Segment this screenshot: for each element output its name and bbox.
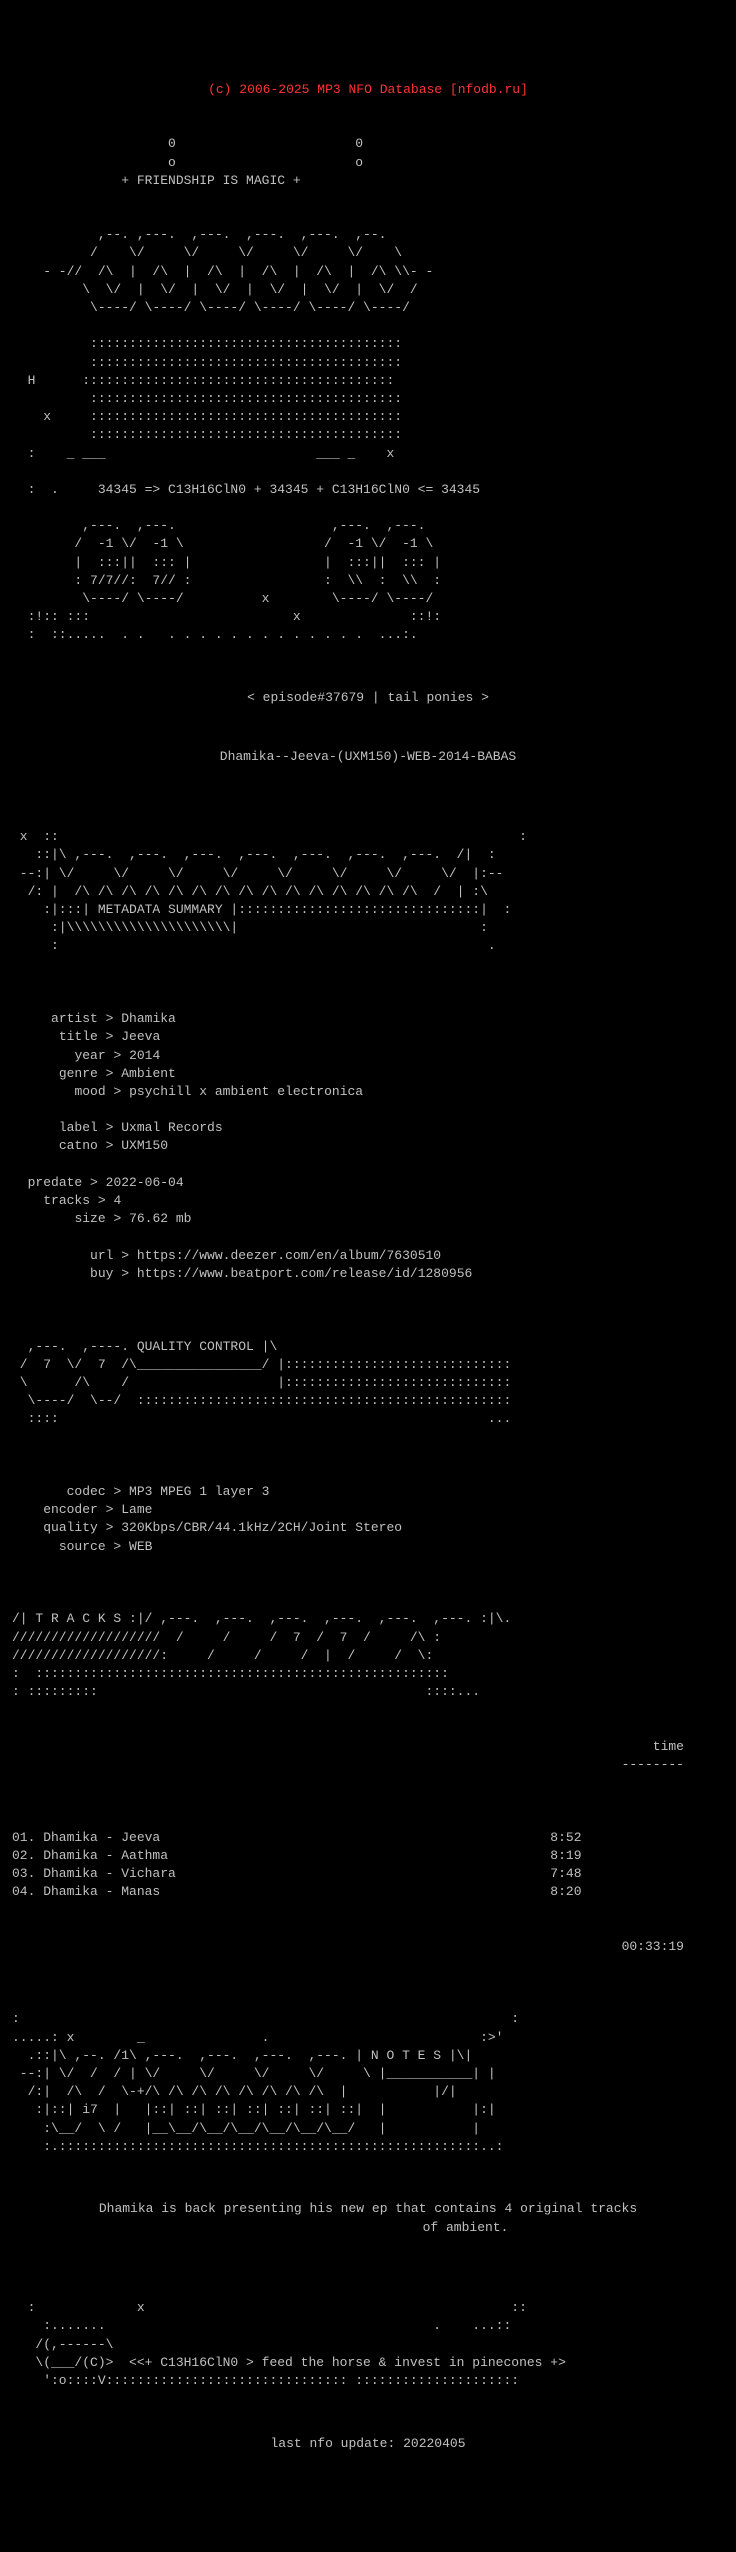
- predate-row: predate > 2022-06-04: [20, 1175, 184, 1190]
- buy-label: buy: [90, 1266, 113, 1281]
- mood-label: mood: [74, 1084, 105, 1099]
- genre-label: genre: [59, 1066, 98, 1081]
- label-row: label > Uxmal Records: [35, 1120, 222, 1135]
- ascii-art-top: 0 0 o o + FRIENDSHIP IS MAGIC + ,--. ,--…: [12, 135, 724, 644]
- ascii-art-qc-frame: ,---. ,----. QUALITY CONTROL |\ / 7 \/ 7…: [12, 1319, 724, 1428]
- source-row: source > WEB: [35, 1539, 152, 1554]
- source-label: source: [59, 1539, 106, 1554]
- url-row: url > https://www.deezer.com/en/album/76…: [51, 1248, 441, 1263]
- copyright-header: (c) 2006-2025 MP3 NFO Database [nfodb.ru…: [12, 81, 724, 99]
- tracks-list: 01. Dhamika - Jeeva 8:52 02. Dhamika - A…: [12, 1810, 724, 1901]
- mood-row: mood > psychill x ambient electronica: [43, 1084, 363, 1099]
- release-name: Dhamika--Jeeva-(UXM150)-WEB-2014-BABAS: [12, 748, 724, 766]
- ascii-art-bottom: : x :: :....... . ...:: /(,------\ \(___…: [12, 2281, 724, 2390]
- title-label: title: [59, 1029, 98, 1044]
- tracks-label: tracks: [43, 1193, 90, 1208]
- notes-text: Dhamika is back presenting his new ep th…: [12, 2200, 724, 2236]
- quality-label: quality: [43, 1520, 98, 1535]
- mood-value: psychill x ambient electronica: [129, 1084, 363, 1099]
- quality-row: quality > 320Kbps/CBR/44.1kHz/2CH/Joint …: [28, 1520, 402, 1535]
- genre-value: Ambient: [121, 1066, 176, 1081]
- total-time: 00:33:19: [12, 1938, 724, 1956]
- codec-value: MP3 MPEG 1 layer 3: [129, 1484, 269, 1499]
- year-label: year: [74, 1048, 105, 1063]
- codec-row: codec > MP3 MPEG 1 layer 3: [35, 1484, 269, 1499]
- url-label: url: [90, 1248, 113, 1263]
- year-value: 2014: [129, 1048, 160, 1063]
- size-row: size > 76.62 mb: [43, 1211, 191, 1226]
- predate-label: predate: [28, 1175, 83, 1190]
- track-row-1: 01. Dhamika - Jeeva 8:52: [12, 1830, 582, 1845]
- encoder-label: encoder: [43, 1502, 98, 1517]
- catno-label: catno: [59, 1138, 98, 1153]
- track-row-3: 03. Dhamika - Vichara 7:48: [12, 1866, 582, 1881]
- ascii-art-notes-frame: : : .....: x _ . :>' .::|\ ,--. /1\ ,---…: [12, 1992, 724, 2156]
- size-label: size: [74, 1211, 105, 1226]
- ascii-art-metadata-frame: x :: : ::|\ ,---. ,---. ,---. ,---. ,---…: [12, 810, 724, 956]
- title-row: title > Jeeva: [35, 1029, 160, 1044]
- ascii-art-tracks-frame: /| T R A C K S :|/ ,---. ,---. ,---. ,--…: [12, 1592, 724, 1701]
- track-row-4: 04. Dhamika - Manas 8:20: [12, 1884, 582, 1899]
- predate-value: 2022-06-04: [106, 1175, 184, 1190]
- quality-block: codec > MP3 MPEG 1 layer 3 encoder > Lam…: [12, 1465, 724, 1556]
- label-value: Uxmal Records: [121, 1120, 222, 1135]
- track-row-2: 02. Dhamika - Aathma 8:19: [12, 1848, 582, 1863]
- buy-value: https://www.beatport.com/release/id/1280…: [137, 1266, 472, 1281]
- genre-row: genre > Ambient: [35, 1066, 175, 1081]
- catno-value: UXM150: [121, 1138, 168, 1153]
- year-row: year > 2014: [43, 1048, 160, 1063]
- artist-value: Dhamika: [121, 1011, 176, 1026]
- buy-row: buy > https://www.beatport.com/release/i…: [51, 1266, 472, 1281]
- url-value: https://www.deezer.com/en/album/7630510: [137, 1248, 441, 1263]
- title-value: Jeeva: [121, 1029, 160, 1044]
- catno-row: catno > UXM150: [35, 1138, 168, 1153]
- encoder-row: encoder > Lame: [28, 1502, 153, 1517]
- tracks-value: 4: [113, 1193, 121, 1208]
- episode-line: < episode#37679 | tail ponies >: [12, 689, 724, 707]
- encoder-value: Lame: [121, 1502, 152, 1517]
- metadata-block: artist > Dhamika title > Jeeva year > 20…: [12, 992, 724, 1283]
- tracks-time-header: time --------: [12, 1738, 724, 1774]
- footer-update: last nfo update: 20220405: [12, 2435, 724, 2453]
- artist-label: artist: [51, 1011, 98, 1026]
- quality-value: 320Kbps/CBR/44.1kHz/2CH/Joint Stereo: [121, 1520, 402, 1535]
- tracks-row: tracks > 4: [28, 1193, 122, 1208]
- codec-label: codec: [67, 1484, 106, 1499]
- source-value: WEB: [129, 1539, 152, 1554]
- artist-row: artist > Dhamika: [35, 1011, 175, 1026]
- label-label: label: [59, 1120, 98, 1135]
- size-value: 76.62 mb: [129, 1211, 191, 1226]
